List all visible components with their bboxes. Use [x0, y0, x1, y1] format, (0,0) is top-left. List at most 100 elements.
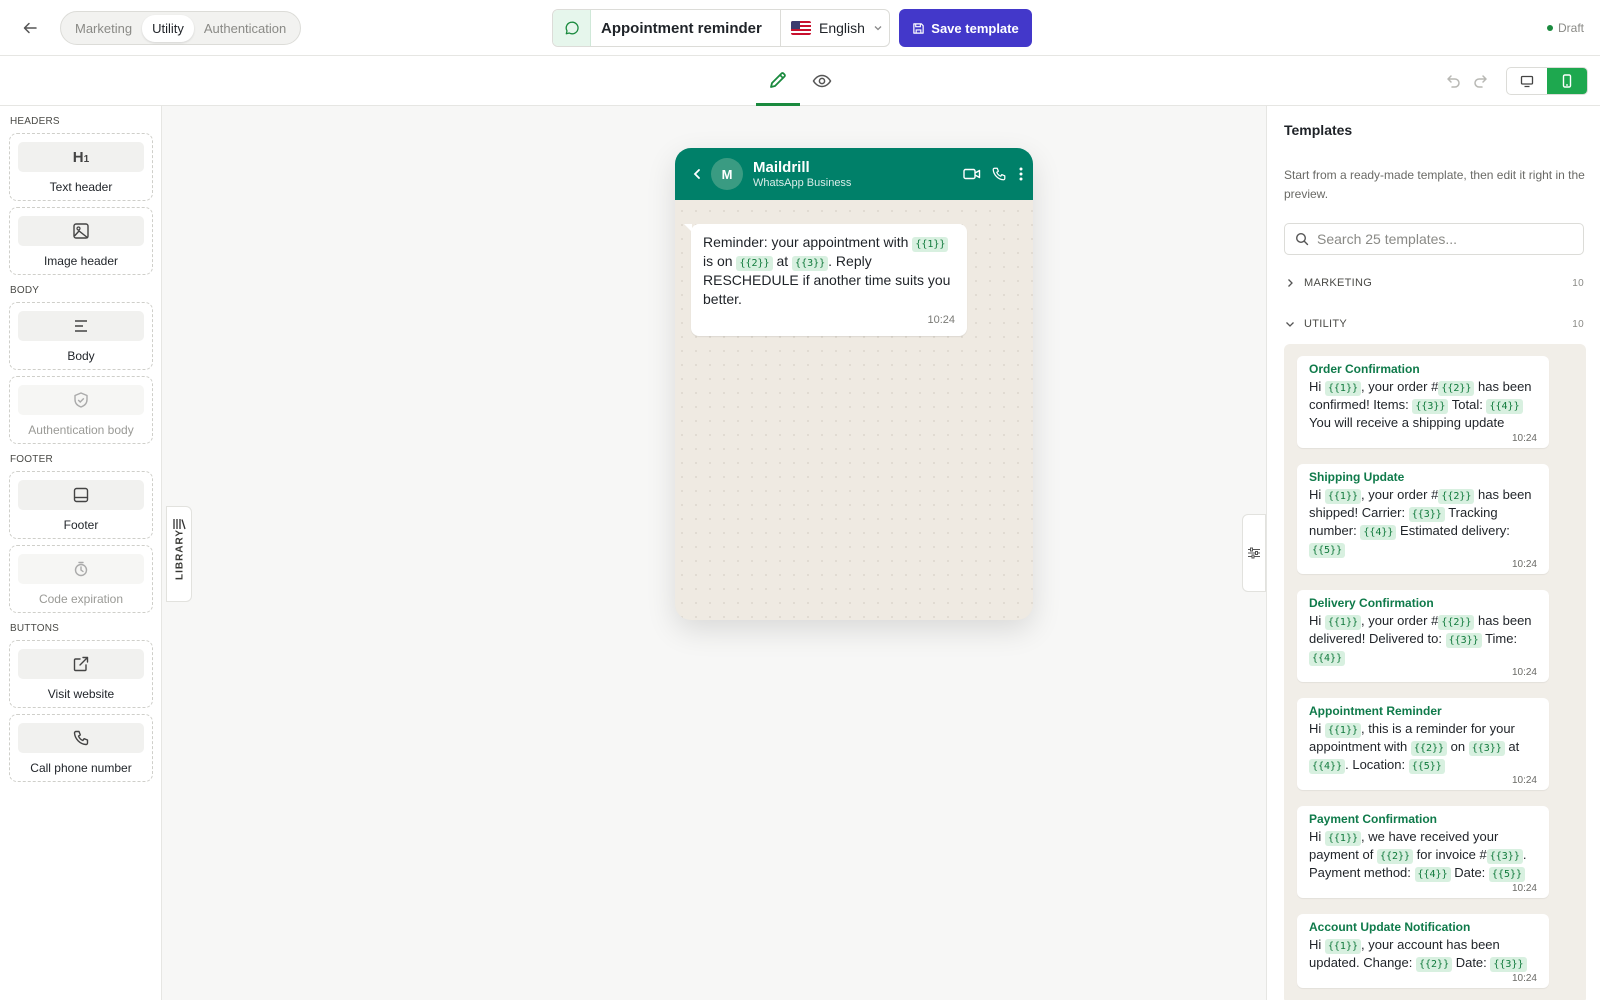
- group-count: 10: [1572, 277, 1584, 289]
- template-search: [1284, 223, 1584, 255]
- status-dot-icon: [1546, 25, 1553, 31]
- image-icon: [73, 223, 89, 239]
- status-label: Draft: [1557, 21, 1584, 35]
- variable-chip: {{3}}: [792, 256, 829, 271]
- block-label: Footer: [63, 518, 99, 532]
- group-utility[interactable]: UTILITY 10: [1284, 314, 1584, 334]
- block-call-phone-number[interactable]: Call phone number: [9, 714, 153, 782]
- block-body[interactable]: Body: [9, 302, 153, 370]
- template-name-field[interactable]: Appointment reminder: [591, 10, 781, 46]
- variable-chip: {{1}}: [1324, 939, 1361, 954]
- desktop-view-icon[interactable]: [1507, 68, 1547, 94]
- text-segment: Estimated delivery:: [1396, 523, 1510, 538]
- template-card[interactable]: Shipping Update Hi {{1}}, your order #{{…: [1297, 464, 1549, 574]
- group-name: UTILITY: [1304, 318, 1348, 330]
- text-segment: is on: [703, 253, 737, 269]
- sliders-icon: [1248, 547, 1260, 559]
- us-flag-icon: [791, 21, 811, 35]
- template-card[interactable]: Order Confirmation Hi {{1}}, your order …: [1297, 356, 1549, 448]
- template-card[interactable]: Delivery Confirmation Hi {{1}}, your ord…: [1297, 590, 1549, 682]
- eye-icon: [812, 74, 832, 88]
- group-marketing[interactable]: MARKETING 10: [1284, 273, 1584, 293]
- mobile-view-icon[interactable]: [1547, 68, 1587, 94]
- group-name: MARKETING: [1304, 277, 1373, 289]
- category-marketing[interactable]: Marketing: [65, 15, 142, 42]
- undo-icon[interactable]: [1442, 71, 1464, 93]
- more-vertical-icon[interactable]: [1019, 166, 1023, 182]
- block-label: Body: [67, 349, 95, 363]
- variable-chip: {{1}}: [1324, 381, 1361, 396]
- whatsapp-phone-preview: M Maildrill WhatsApp Business Reminder: …: [675, 148, 1033, 620]
- back-arrow-icon[interactable]: [18, 16, 42, 40]
- preview-mode-tab[interactable]: [800, 56, 844, 106]
- language-label: English: [819, 20, 865, 36]
- variable-chip: {{2}}: [1415, 957, 1453, 972]
- section-headers-title: HEADERS: [10, 116, 60, 127]
- variable-chip: {{2}}: [1410, 741, 1448, 756]
- message-bubble[interactable]: Reminder: your appointment with {{1}} is…: [684, 224, 967, 336]
- variable-chip: {{4}}: [1309, 651, 1346, 666]
- text-segment: . Location:: [1345, 757, 1409, 772]
- edit-mode-tab[interactable]: [756, 56, 800, 106]
- text-segment: Hi: [1309, 937, 1325, 952]
- template-card-body: Hi {{1}}, your order # {{2}} has been con…: [1309, 378, 1537, 432]
- variable-chip: {{3}}: [1486, 849, 1523, 864]
- block-text-header[interactable]: H1 Text header: [9, 133, 153, 201]
- group-count: 10: [1572, 318, 1584, 330]
- template-card-body: Hi {{1}}, we have received your payment …: [1309, 828, 1537, 882]
- block-code-expiration[interactable]: Code expiration: [9, 545, 153, 613]
- block-label: Visit website: [47, 687, 115, 701]
- chevron-right-icon: [1288, 279, 1293, 287]
- settings-tab[interactable]: [1242, 514, 1266, 592]
- library-tab-label: LIBRARY: [174, 528, 186, 581]
- timer-icon: [74, 561, 88, 577]
- template-card-title: Appointment Reminder: [1309, 704, 1442, 718]
- template-card[interactable]: Account Update Notification Hi {{1}}, yo…: [1297, 914, 1549, 988]
- variable-chip: {{4}}: [1309, 759, 1346, 774]
- block-label: Authentication body: [28, 423, 134, 437]
- template-card-title: Account Update Notification: [1309, 920, 1471, 934]
- variable-chip: {{3}}: [1490, 957, 1527, 972]
- block-authentication-body[interactable]: Authentication body: [9, 376, 153, 444]
- block-footer[interactable]: Footer: [9, 471, 153, 539]
- save-template-button[interactable]: Save template: [899, 9, 1032, 47]
- section-buttons-title: BUTTONS: [10, 623, 59, 634]
- video-call-icon[interactable]: [963, 167, 981, 181]
- business-subtitle: WhatsApp Business: [753, 177, 852, 189]
- variable-chip: {{2}}: [1376, 849, 1414, 864]
- variable-chip: {{4}}: [1360, 525, 1397, 540]
- variable-chip: {{3}}: [1468, 741, 1505, 756]
- shield-check-icon: [74, 392, 88, 408]
- block-visit-website[interactable]: Visit website: [9, 640, 153, 708]
- phone-call-icon[interactable]: [991, 166, 1007, 182]
- variable-chip: {{1}}: [1324, 723, 1361, 738]
- variable-chip: {{2}}: [1438, 615, 1475, 630]
- variable-chip: {{5}}: [1408, 759, 1445, 774]
- text-segment: You will receive a shipping update: [1309, 415, 1505, 430]
- category-utility[interactable]: Utility: [142, 14, 194, 42]
- template-card[interactable]: Payment Confirmation Hi {{1}}, we have r…: [1297, 806, 1549, 898]
- redo-icon[interactable]: [1470, 71, 1492, 93]
- text-segment: Reminder: your appointment with: [703, 234, 913, 250]
- text-align-icon: [75, 320, 87, 332]
- text-segment: Hi: [1309, 379, 1325, 394]
- business-name: Maildrill: [753, 159, 810, 176]
- device-toggle: [1506, 67, 1588, 95]
- text-segment: , your order #: [1361, 487, 1439, 502]
- variable-chip: {{1}}: [1324, 831, 1361, 846]
- text-segment: on: [1447, 739, 1469, 754]
- text-segment: , your order #: [1361, 379, 1439, 394]
- category-authentication[interactable]: Authentication: [194, 15, 296, 42]
- template-card[interactable]: Appointment Reminder Hi {{1}}, this is a…: [1297, 698, 1549, 790]
- library-tab[interactable]: LIBRARY: [166, 506, 192, 602]
- text-segment: , your order #: [1361, 613, 1439, 628]
- chevron-left-icon[interactable]: [691, 168, 703, 180]
- template-card-body: Hi {{1}}, your account has been updated.…: [1309, 936, 1537, 972]
- block-image-header[interactable]: Image header: [9, 207, 153, 275]
- message-time: 10:24: [927, 314, 955, 326]
- templates-panel: Templates Start from a ready-made templa…: [1266, 106, 1600, 1000]
- variable-chip: {{1}}: [912, 237, 949, 252]
- template-card-body: Hi {{1}}, this is a reminder for your ap…: [1309, 720, 1537, 774]
- search-input[interactable]: [1317, 231, 1567, 247]
- language-select[interactable]: English: [781, 10, 889, 46]
